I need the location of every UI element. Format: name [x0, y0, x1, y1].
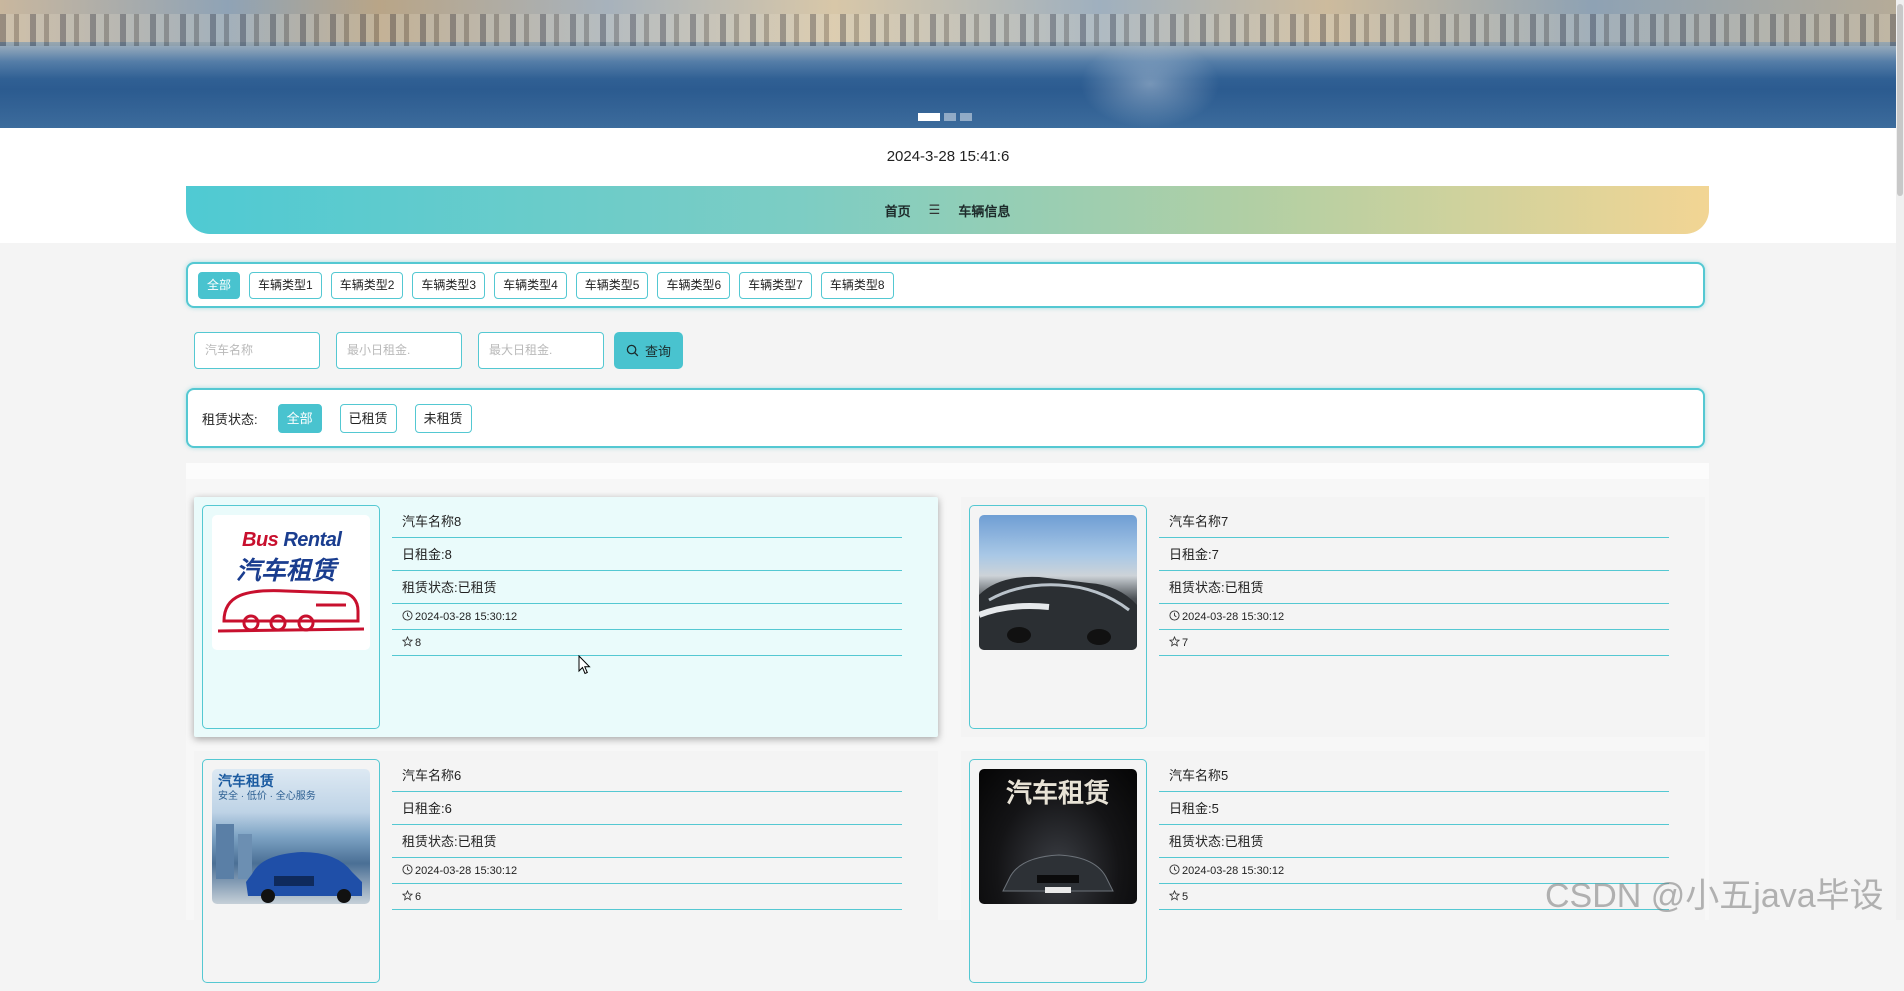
search-bar: 查询 [194, 331, 684, 369]
search-button[interactable]: 查询 [614, 331, 684, 369]
car-info: 汽车名称6 日租金:6 租赁状态:已租赁 2024-03-28 15:30:12… [392, 759, 902, 910]
car-rental-status: 租赁状态:已租赁 [392, 571, 902, 604]
car-rental-status: 租赁状态:已租赁 [1159, 825, 1669, 858]
car-info: 汽车名称8 日租金:8 租赁状态:已租赁 2024-03-28 15:30:12… [392, 505, 902, 656]
type-filter-all[interactable]: 全部 [198, 271, 241, 299]
car-name[interactable]: 汽车名称7 [1159, 505, 1669, 538]
scrollbar-thumb[interactable] [1897, 4, 1903, 196]
status-filter-rented[interactable]: 已租赁 [339, 403, 397, 433]
type-filter-5[interactable]: 车辆类型5 [575, 271, 649, 299]
car-image[interactable] [979, 515, 1137, 650]
car-card[interactable]: Bus Rental 汽车租赁 汽车名称8 日租金:8 租赁状态:已租赁 202… [194, 497, 938, 737]
car-image[interactable]: Bus Rental 汽车租赁 [212, 515, 370, 650]
car-image-frame: 汽车租赁 安全 · 低价 · 全心服务 [202, 759, 380, 983]
clock-icon [1169, 864, 1180, 875]
car-created-time: 2024-03-28 15:30:12 [415, 865, 518, 877]
vehicle-type-filter: 全部 车辆类型1 车辆类型2 车辆类型3 车辆类型4 车辆类型5 车辆类型6 车… [186, 262, 1705, 308]
breadcrumb-nav: 首页 ☰ 车辆信息 [186, 186, 1709, 234]
type-filter-3[interactable]: 车辆类型3 [412, 271, 486, 299]
rental-status-label: 租赁状态: [202, 411, 258, 427]
car-created-time: 2024-03-28 15:30:12 [1182, 865, 1285, 877]
menu-icon: ☰ [928, 202, 941, 217]
type-filter-4[interactable]: 车辆类型4 [494, 271, 567, 299]
car-rental-status: 租赁状态:已租赁 [1159, 571, 1669, 604]
type-filter-8[interactable]: 车辆类型8 [820, 271, 894, 299]
breadcrumb-current[interactable]: 车辆信息 [958, 201, 1010, 220]
rental-status-filter: 租赁状态: 全部 已租赁 未租赁 [186, 388, 1705, 448]
banner-image-glare [1080, 40, 1220, 128]
car-star-count: 5 [1182, 891, 1189, 903]
car-info: 汽车名称7 日租金:7 租赁状态:已租赁 2024-03-28 15:30:12… [1159, 505, 1669, 656]
car-created-time: 2024-03-28 15:30:12 [1182, 611, 1285, 623]
blue-suv-illustration [216, 824, 362, 903]
car-time-row: 2024-03-28 15:30:12 [392, 604, 902, 630]
type-filter-6[interactable]: 车辆类型6 [657, 271, 731, 299]
car-star-row: 6 [392, 884, 902, 910]
watermark: CSDN @小五java毕设 [1545, 877, 1884, 915]
car-daily-rent: 日租金:5 [1159, 792, 1669, 825]
type-filter-1[interactable]: 车辆类型1 [249, 271, 322, 299]
car-image-frame: 汽车租赁 [969, 759, 1147, 983]
poster-title: 汽车租赁 [1005, 778, 1110, 808]
max-daily-rent-input[interactable] [478, 331, 604, 369]
car-image-frame [969, 505, 1147, 729]
mouse-cursor-icon [578, 655, 591, 675]
clock-icon [1169, 610, 1180, 621]
carousel-dot-2[interactable] [944, 113, 956, 121]
star-icon[interactable] [402, 636, 413, 647]
bus-outline-icon [217, 589, 365, 633]
breadcrumb-home[interactable]: 首页 [885, 201, 911, 220]
car-daily-rent: 日租金:6 [392, 792, 902, 825]
search-button-label: 查询 [645, 343, 672, 359]
parked-cars-illustration [979, 576, 1137, 650]
carousel-indicators [918, 113, 972, 121]
car-name[interactable]: 汽车名称8 [392, 505, 902, 538]
car-star-count: 8 [415, 637, 422, 649]
dark-sedan-illustration [1002, 854, 1114, 893]
car-time-row: 2024-03-28 15:30:12 [392, 858, 902, 884]
star-icon[interactable] [1169, 890, 1180, 901]
car-daily-rent: 日租金:8 [392, 538, 902, 571]
car-star-count: 7 [1182, 637, 1189, 649]
car-created-time: 2024-03-28 15:30:12 [415, 611, 518, 623]
car-card[interactable]: 汽车租赁 安全 · 低价 · 全心服务 汽车名称6 日租金:6 租赁状态:已租赁… [194, 751, 938, 991]
min-daily-rent-input[interactable] [336, 331, 462, 369]
banner-carousel[interactable] [0, 0, 1896, 128]
car-image-frame: Bus Rental 汽车租赁 [202, 505, 380, 729]
car-name[interactable]: 汽车名称6 [392, 759, 902, 792]
star-icon[interactable] [402, 890, 413, 901]
type-filter-2[interactable]: 车辆类型2 [330, 271, 404, 299]
poster-subtitle: 安全 · 低价 · 全心服务 [218, 791, 316, 802]
clock-icon [402, 610, 413, 621]
car-daily-rent: 日租金:7 [1159, 538, 1669, 571]
banner-image-skyline [0, 14, 1896, 46]
page-scrollbar[interactable] [1896, 0, 1904, 920]
carousel-dot-3[interactable] [960, 113, 972, 121]
car-time-row: 2024-03-28 15:30:12 [1159, 604, 1669, 630]
car-card[interactable]: 汽车名称7 日租金:7 租赁状态:已租赁 2024-03-28 15:30:12… [961, 497, 1705, 737]
star-icon[interactable] [1169, 636, 1180, 647]
car-star-row: 7 [1159, 630, 1669, 656]
car-star-count: 6 [415, 891, 422, 903]
list-top-band [186, 463, 1709, 479]
search-icon [626, 344, 639, 356]
current-datetime: 2024-3-28 15:41:6 [886, 148, 1010, 165]
clock-icon [402, 864, 413, 875]
status-filter-all[interactable]: 全部 [277, 403, 322, 433]
type-filter-7[interactable]: 车辆类型7 [739, 271, 812, 299]
car-image[interactable]: 汽车租赁 安全 · 低价 · 全心服务 [212, 769, 370, 904]
status-filter-available[interactable]: 未租赁 [414, 403, 472, 433]
car-rental-status: 租赁状态:已租赁 [392, 825, 902, 858]
car-name-input[interactable] [194, 331, 320, 369]
car-list: Bus Rental 汽车租赁 汽车名称8 日租金:8 租赁状态:已租赁 202… [186, 463, 1709, 991]
car-image[interactable]: 汽车租赁 [979, 769, 1137, 904]
car-name[interactable]: 汽车名称5 [1159, 759, 1669, 792]
carousel-dot-1[interactable] [918, 113, 940, 121]
car-star-row: 8 [392, 630, 902, 656]
bus-rental-logo-text: Bus Rental [242, 529, 342, 551]
